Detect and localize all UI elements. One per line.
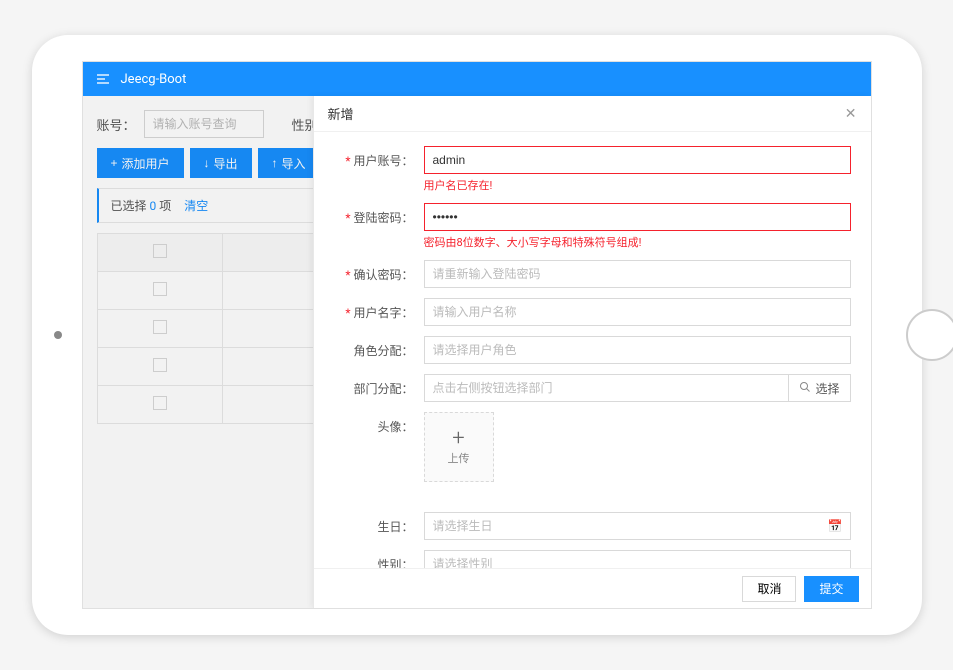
- tablet-frame: Jeecg-Boot 账号： 性别： + 添加用户 ↓ 导出 ↑ 导入: [32, 35, 922, 635]
- dept-select-label: 选择: [815, 380, 839, 397]
- modal-title: 新增: [328, 104, 354, 123]
- label-name: 用户名字：: [334, 298, 424, 321]
- error-account: 用户名已存在!: [424, 177, 851, 193]
- modal-panel: 新增 ✕ 用户账号： 用户名已存在! 登陆密码：: [313, 96, 871, 608]
- home-button[interactable]: [906, 309, 953, 361]
- input-birthday[interactable]: [424, 512, 851, 540]
- label-birthday: 生日：: [334, 512, 424, 535]
- close-icon[interactable]: ✕: [845, 106, 857, 122]
- search-icon: [799, 381, 811, 396]
- input-confirm[interactable]: [424, 260, 851, 288]
- select-gender[interactable]: [424, 550, 851, 568]
- app-header: Jeecg-Boot: [83, 62, 871, 96]
- label-confirm: 确认密码：: [334, 260, 424, 283]
- calendar-icon: 📅: [828, 519, 843, 533]
- content-area: 账号： 性别： + 添加用户 ↓ 导出 ↑ 导入 已选择: [83, 96, 871, 608]
- modal-header: 新增 ✕: [314, 96, 871, 132]
- modal-body: 用户账号： 用户名已存在! 登陆密码： 密码由8位数字、大小写字母和特殊符号组成…: [314, 132, 871, 568]
- avatar-upload[interactable]: + 上传: [424, 412, 494, 482]
- label-dept: 部门分配：: [334, 374, 424, 397]
- plus-icon: +: [452, 428, 464, 450]
- upload-text: 上传: [448, 450, 470, 466]
- label-account: 用户账号：: [334, 146, 424, 169]
- app-title: Jeecg-Boot: [121, 72, 187, 87]
- input-account[interactable]: [424, 146, 851, 174]
- submit-button[interactable]: 提交: [804, 576, 858, 602]
- label-gender: 性别：: [334, 550, 424, 568]
- modal-backdrop: [83, 96, 313, 608]
- label-avatar: 头像：: [334, 412, 424, 435]
- label-password: 登陆密码：: [334, 203, 424, 226]
- modal-footer: 取消 提交: [314, 568, 871, 608]
- error-password: 密码由8位数字、大小写字母和特殊符号组成!: [424, 234, 851, 250]
- dept-select-button[interactable]: 选择: [789, 374, 850, 402]
- menu-toggle-icon[interactable]: [95, 71, 111, 87]
- input-password[interactable]: [424, 203, 851, 231]
- select-role[interactable]: [424, 336, 851, 364]
- label-role: 角色分配：: [334, 336, 424, 359]
- cancel-button[interactable]: 取消: [742, 576, 796, 602]
- camera-dot: [54, 331, 62, 339]
- screen: Jeecg-Boot 账号： 性别： + 添加用户 ↓ 导出 ↑ 导入: [82, 61, 872, 609]
- input-dept[interactable]: [424, 374, 790, 402]
- input-name[interactable]: [424, 298, 851, 326]
